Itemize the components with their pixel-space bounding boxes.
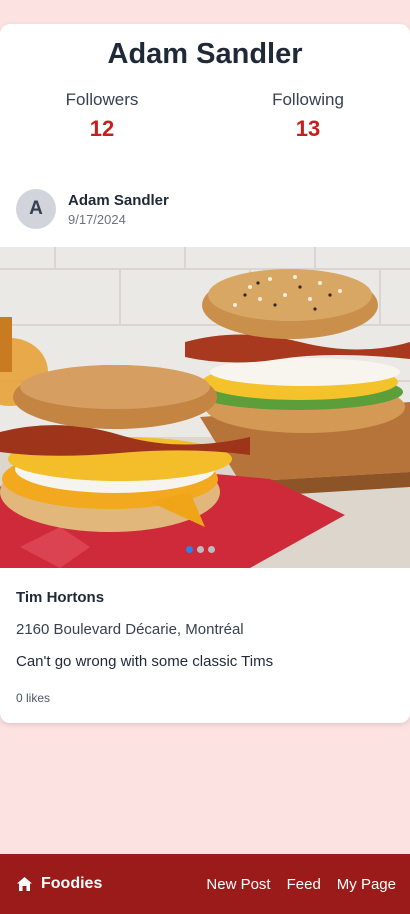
following-label: Following [272,90,344,109]
home-icon [17,877,32,891]
following-count: 13 [295,116,321,141]
brand-name: Foodies [41,875,103,892]
carousel-dot[interactable] [208,546,215,553]
food-photo-icon [0,247,410,568]
followers-label: Followers [65,90,139,109]
profile-name: Adam Sandler [107,38,303,70]
followers-count: 12 [89,116,115,141]
author-name[interactable]: Adam Sandler [68,192,169,209]
bottom-navbar: Foodies New Post Feed My Page [0,854,410,914]
post-caption: Can't go wrong with some classic Tims [16,653,274,670]
avatar[interactable]: A [16,189,56,229]
carousel-dot[interactable] [197,546,204,553]
nav-feed[interactable]: Feed [287,876,321,893]
likes-count[interactable]: 0 likes [16,691,50,705]
author-meta: Adam Sandler 9/17/2024 [68,192,169,227]
nav-new-post[interactable]: New Post [206,876,270,893]
place-name[interactable]: Tim Hortons [16,589,104,606]
carousel-indicator [186,546,215,553]
carousel-dot[interactable] [186,546,193,553]
followers-stat[interactable]: Followers 12 [37,90,167,142]
place-address: 2160 Boulevard Décarie, Montréal [16,621,244,638]
brand-link[interactable]: Foodies [17,854,102,914]
post-image[interactable] [0,247,410,568]
post-author[interactable]: A Adam Sandler 9/17/2024 [16,188,169,230]
nav-links: New Post Feed My Page [206,854,396,914]
nav-my-page[interactable]: My Page [337,876,396,893]
profile-card: Adam Sandler Followers 12 Following 13 A… [0,24,410,723]
post-date: 9/17/2024 [68,211,126,227]
following-stat[interactable]: Following 13 [243,90,373,142]
